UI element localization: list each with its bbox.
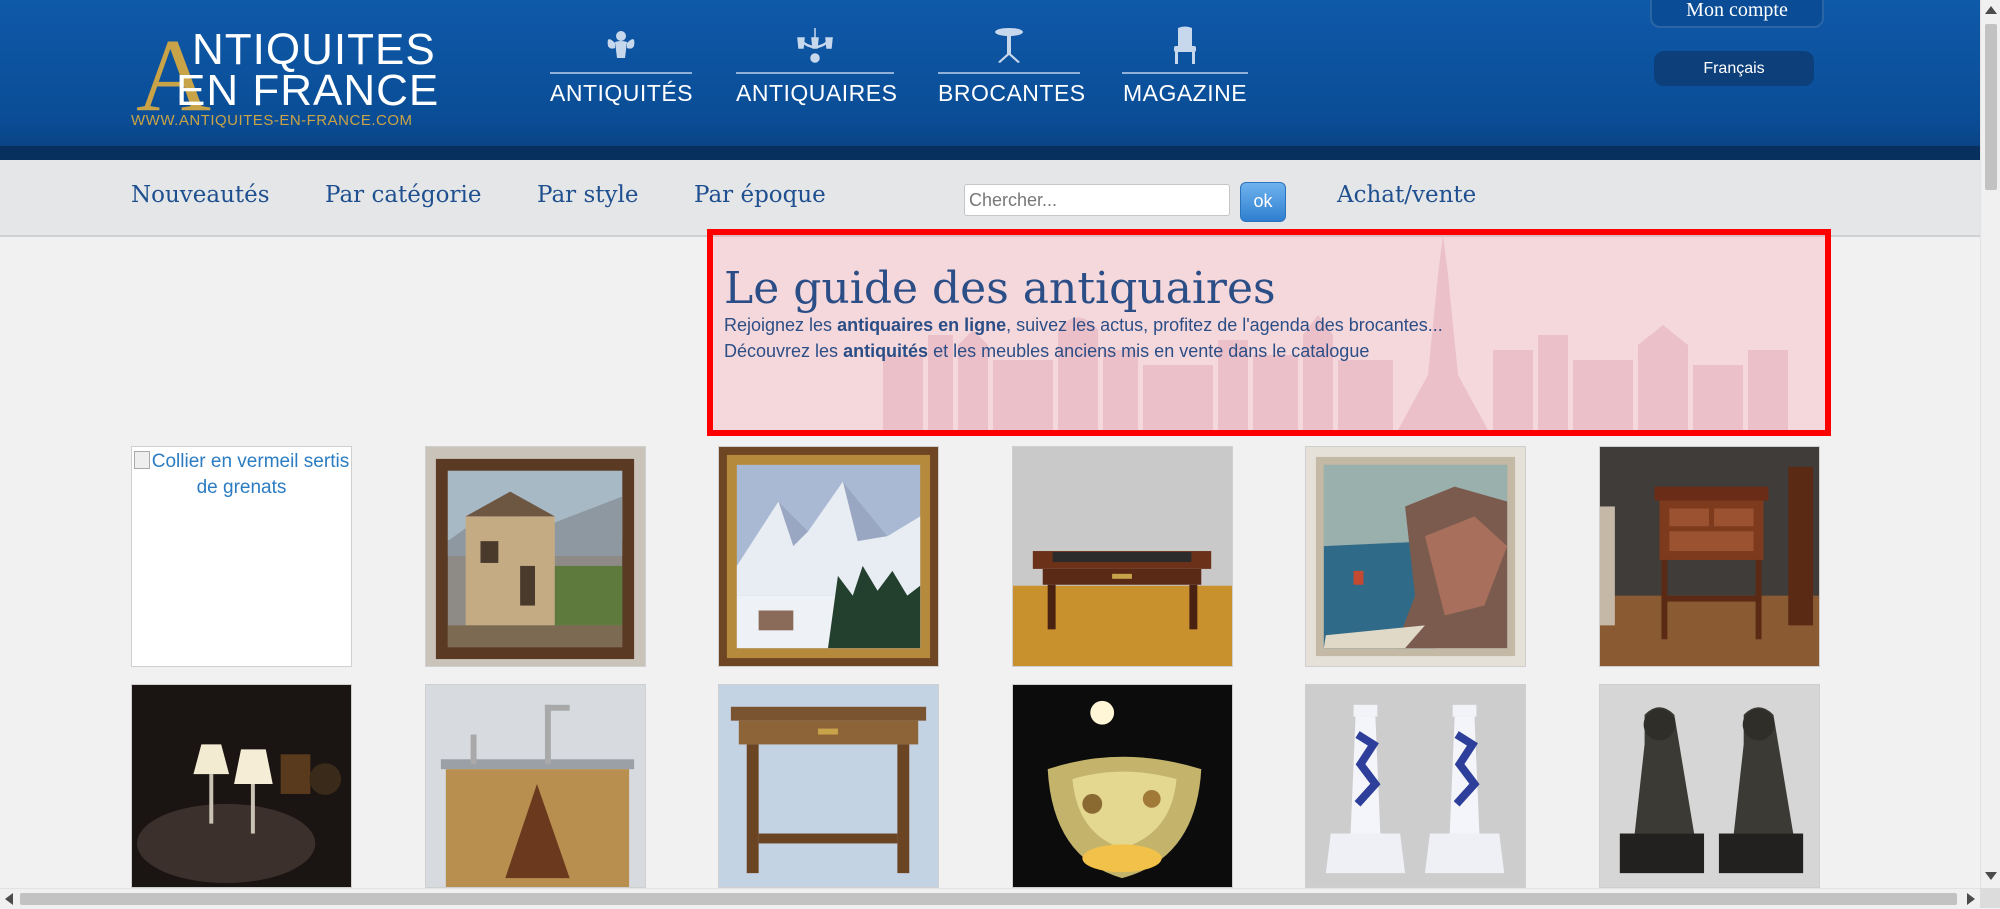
product-card[interactable] xyxy=(718,446,939,667)
product-card[interactable] xyxy=(1305,684,1526,888)
bronze-dog-sculptures-image xyxy=(1600,685,1819,887)
product-card[interactable] xyxy=(1012,684,1233,888)
subnav-link-nouveautes[interactable]: Nouveautés xyxy=(131,182,270,208)
subnav-link-categorie[interactable]: Par catégorie xyxy=(325,182,481,208)
nav-label: MAGAZINE xyxy=(1122,80,1248,106)
barley-twist-table-image xyxy=(719,685,938,887)
hero-intro-line: Découvrez les antiquités et les meubles … xyxy=(724,341,1370,361)
secondary-nav: Nouveautés Par catégorie Par style Par é… xyxy=(0,160,1980,237)
nav-item-brocantes[interactable]: BROCANTES xyxy=(938,24,1086,110)
subnav-link-epoque[interactable]: Par époque xyxy=(694,182,826,208)
vertical-scrollbar[interactable] xyxy=(1980,0,2000,888)
scroll-left-icon[interactable] xyxy=(5,893,13,905)
subnav-link-achat-vente[interactable]: Achat/vente xyxy=(1337,182,1476,208)
logo-line-2: EN FRANCE xyxy=(176,66,440,115)
painting-mountain-village-image xyxy=(426,447,645,666)
subnav-link-style[interactable]: Par style xyxy=(537,182,638,208)
product-card[interactable] xyxy=(131,684,352,888)
page-title: Le guide des antiquaires xyxy=(724,263,1276,314)
oak-bar-cabinet-image xyxy=(426,685,645,887)
hero-intro-line: Rejoignez les antiquaires en ligne, suiv… xyxy=(724,315,1443,335)
cherub-icon xyxy=(607,31,635,58)
nav-item-antiquaires[interactable]: ANTIQUAIRES xyxy=(736,24,898,110)
search-input[interactable] xyxy=(964,184,1230,216)
product-card[interactable]: Collier en vermeil sertis de grenats xyxy=(131,446,352,667)
product-card[interactable] xyxy=(1599,684,1820,888)
hero-banner: Le guide des antiquaires Rejoignez les a… xyxy=(707,229,1831,436)
site-logo[interactable]: A NTIQUITES EN FRANCE WWW.ANTIQUITES-EN-… xyxy=(130,24,440,132)
painting-snowy-mountains-image xyxy=(719,447,938,666)
scroll-up-icon[interactable] xyxy=(1985,6,1997,14)
antiquaires-link[interactable]: antiquaires en ligne xyxy=(837,315,1006,335)
pair-of-lamps-image xyxy=(132,685,351,887)
glass-ceiling-lamp-image xyxy=(1013,685,1232,887)
product-card[interactable] xyxy=(1012,446,1233,667)
product-card[interactable] xyxy=(425,446,646,667)
painting-seascape-cliffs-image xyxy=(1306,447,1525,666)
product-alt-text: Collier en vermeil sertis de grenats xyxy=(151,451,350,498)
horizontal-scrollbar[interactable] xyxy=(0,888,1980,909)
product-card[interactable] xyxy=(1305,446,1526,667)
horizontal-scroll-thumb[interactable] xyxy=(20,893,1957,905)
scroll-right-icon[interactable] xyxy=(1967,893,1975,905)
nav-item-magazine[interactable]: MAGAZINE xyxy=(1122,24,1248,110)
header-band xyxy=(0,146,1980,160)
vertical-scroll-thumb[interactable] xyxy=(1985,24,1997,190)
scroll-down-icon[interactable] xyxy=(1985,872,1997,880)
product-card[interactable] xyxy=(718,684,939,888)
nav-item-antiquites[interactable]: ANTIQUITÉS xyxy=(550,24,694,110)
product-card[interactable] xyxy=(425,684,646,888)
language-selector[interactable]: Français xyxy=(1654,51,1814,86)
site-header: A NTIQUITES EN FRANCE WWW.ANTIQUITES-EN-… xyxy=(0,0,1980,160)
scrollbar-corner xyxy=(1980,888,2000,908)
nav-label: BROCANTES xyxy=(938,80,1086,106)
logo-url: WWW.ANTIQUITES-EN-FRANCE.COM xyxy=(131,112,413,129)
account-button[interactable]: Mon compte xyxy=(1650,0,1824,28)
search-submit-button[interactable]: ok xyxy=(1240,182,1286,222)
broken-image-icon xyxy=(133,451,150,469)
porcelain-candlesticks-image xyxy=(1306,685,1525,887)
chandelier-icon xyxy=(797,28,833,63)
antiquites-link[interactable]: antiquités xyxy=(843,341,928,361)
gueridon-table-icon xyxy=(995,28,1023,63)
nav-label: ANTIQUAIRES xyxy=(736,80,898,106)
armchair-icon xyxy=(1174,26,1196,64)
nav-label: ANTIQUITÉS xyxy=(550,80,694,106)
mahogany-desk-image xyxy=(1013,447,1232,666)
product-card[interactable] xyxy=(1599,446,1820,667)
marquetry-side-table-image xyxy=(1600,447,1819,666)
